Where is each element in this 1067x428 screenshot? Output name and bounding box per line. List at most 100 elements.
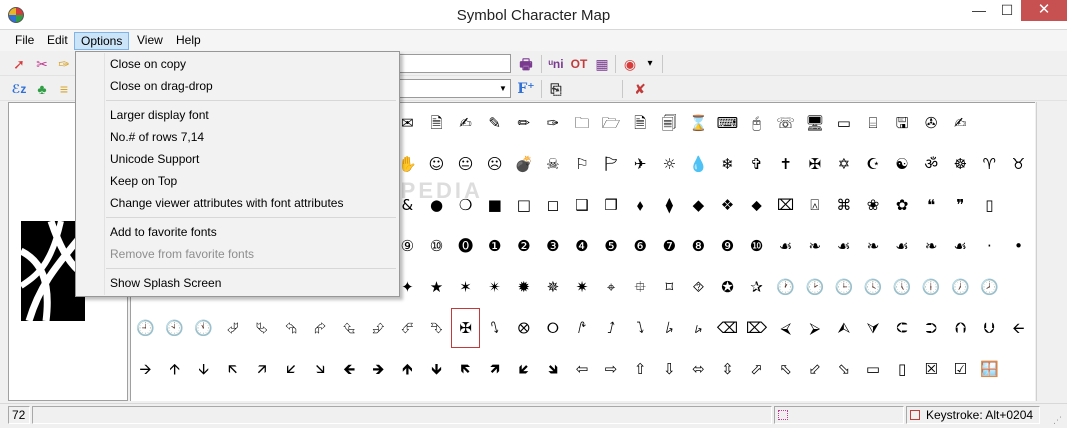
tool-list-icon[interactable]: ≡ [54, 80, 74, 98]
character-cell[interactable]: ☏ [771, 103, 800, 143]
menu-edit[interactable]: Edit [41, 32, 74, 50]
character-cell[interactable]: 💣 [509, 144, 538, 184]
character-cell[interactable]: ⭛ [480, 308, 509, 348]
character-cell[interactable]: ❼ [655, 226, 684, 266]
character-cell[interactable]: ☙ [946, 226, 975, 266]
character-cell[interactable]: ⬧ [626, 185, 655, 225]
character-cell[interactable]: ⮋ [975, 308, 1004, 348]
character-cell[interactable]: ❑ [568, 185, 597, 225]
character-cell[interactable]: ⮰ [218, 308, 247, 348]
character-cell[interactable]: 🡾 [538, 349, 567, 389]
character-cell[interactable]: 🡿 [509, 349, 538, 389]
character-cell[interactable]: 🕔 [888, 267, 917, 307]
character-cell[interactable]: 🡬 [218, 349, 247, 389]
character-cell[interactable]: ☒ [917, 349, 946, 389]
character-cell[interactable]: ⌘ [829, 185, 858, 225]
vertical-scrollbar[interactable] [1036, 102, 1061, 401]
character-cell[interactable]: ▭ [829, 103, 858, 143]
menu-options[interactable]: Options [74, 32, 130, 50]
character-cell[interactable]: ❷ [509, 226, 538, 266]
character-cell[interactable]: ☠ [538, 144, 567, 184]
grid-view-icon[interactable]: ▦ [592, 55, 612, 73]
menu-close-on-copy[interactable]: Close on copy [77, 53, 398, 75]
character-cell[interactable]: ⬃ [800, 349, 829, 389]
character-cell[interactable]: ⓿ [451, 226, 480, 266]
character-cell[interactable]: ⇩ [655, 349, 684, 389]
character-cell[interactable]: 💧 [684, 144, 713, 184]
character-cell[interactable]: 🡼 [451, 349, 480, 389]
character-cell[interactable]: 🕗 [975, 267, 1004, 307]
character-cell[interactable]: ⌖ [597, 267, 626, 307]
character-cell[interactable]: ✴ [480, 267, 509, 307]
character-cell[interactable]: ⮘ [771, 308, 800, 348]
character-cell[interactable]: ❞ [946, 185, 975, 225]
character-cell[interactable]: ✷ [568, 267, 597, 307]
character-cell[interactable]: ❸ [538, 226, 567, 266]
character-cell[interactable]: 🗎 [626, 103, 655, 143]
character-cell[interactable]: 🗁 [597, 103, 626, 143]
clear-icon[interactable]: ✘ [630, 80, 650, 98]
tool-script-icon[interactable]: ℰz [9, 80, 29, 98]
menu-file[interactable]: File [9, 32, 40, 50]
character-cell[interactable]: ⮈ [888, 308, 917, 348]
character-cell[interactable]: ❧ [800, 226, 829, 266]
character-cell[interactable]: ❧ [859, 226, 888, 266]
character-cell[interactable]: ▯ [888, 349, 917, 389]
font-select-arrow-icon[interactable]: ▼ [496, 80, 510, 97]
character-cell[interactable]: ☙ [771, 226, 800, 266]
character-cell[interactable]: 🕕 [917, 267, 946, 307]
character-cell[interactable]: 🡮 [306, 349, 335, 389]
tool-pen-icon[interactable]: ✑ [54, 55, 74, 73]
character-cell[interactable]: 🕒 [829, 267, 858, 307]
character-cell[interactable]: ▯ [975, 185, 1004, 225]
character-cell[interactable]: ♉ [1004, 144, 1033, 184]
character-cell[interactable]: ☙ [888, 226, 917, 266]
character-cell[interactable]: ❹ [568, 226, 597, 266]
character-cell[interactable]: ✞ [742, 144, 771, 184]
character-cell[interactable]: 🗐 [655, 103, 684, 143]
character-cell[interactable]: 🖫 [888, 103, 917, 143]
character-cell[interactable]: ☸ [946, 144, 975, 184]
character-cell[interactable]: 🖰 [742, 103, 771, 143]
menu-larger-display-font[interactable]: Larger display font [77, 104, 398, 126]
character-cell[interactable]: ✑ [538, 103, 567, 143]
font-select[interactable]: ▼ [397, 79, 511, 98]
character-cell[interactable]: ✎ [480, 103, 509, 143]
character-cell[interactable]: ■ [480, 185, 509, 225]
character-cell[interactable]: ⬀ [742, 349, 771, 389]
character-cell[interactable]: ⮚ [800, 308, 829, 348]
character-cell[interactable]: ॐ [917, 144, 946, 184]
character-cell[interactable]: ⭚ [568, 308, 597, 348]
character-cell[interactable]: 🕚 [189, 308, 218, 348]
character-cell[interactable]: ⬥ [742, 185, 771, 225]
character-cell[interactable]: ❖ [713, 185, 742, 225]
character-cell[interactable]: ✠ [800, 144, 829, 184]
character-cell[interactable]: 🏱 [597, 144, 626, 184]
menu-help[interactable]: Help [170, 32, 207, 50]
character-cell[interactable]: 🡩 [160, 349, 189, 389]
character-cell[interactable]: ✝ [771, 144, 800, 184]
character-cell[interactable]: ⬁ [771, 349, 800, 389]
character-cell[interactable]: ⌫ [713, 308, 742, 348]
menu-view[interactable]: View [131, 32, 169, 50]
character-cell[interactable]: ⭟ [684, 308, 713, 348]
minimize-button[interactable]: — [965, 0, 993, 21]
character-cell[interactable]: ✵ [538, 267, 567, 307]
character-cell[interactable]: ⮲ [277, 308, 306, 348]
character-cell[interactable]: ⯐ [626, 267, 655, 307]
font-size-increase-icon[interactable]: F⁺ [516, 80, 536, 98]
character-cell[interactable]: ⯑ [684, 267, 713, 307]
character-cell[interactable]: ⑩ [422, 226, 451, 266]
character-cell[interactable]: 🕖 [946, 267, 975, 307]
opentype-button-icon[interactable]: OT [569, 55, 589, 73]
close-button[interactable]: ✕ [1021, 0, 1067, 21]
tool-symbol-icon[interactable]: ♣ [32, 80, 52, 98]
character-cell[interactable]: ✶ [451, 267, 480, 307]
character-cell[interactable]: 🡭 [247, 349, 276, 389]
character-cell[interactable]: ❻ [626, 226, 655, 266]
character-cell[interactable]: ⬄ [684, 349, 713, 389]
character-cell[interactable]: ⌧ [771, 185, 800, 225]
character-cell[interactable]: ♈ [975, 144, 1004, 184]
character-cell[interactable]: ⧫ [655, 185, 684, 225]
character-cell[interactable]: ❝ [917, 185, 946, 225]
